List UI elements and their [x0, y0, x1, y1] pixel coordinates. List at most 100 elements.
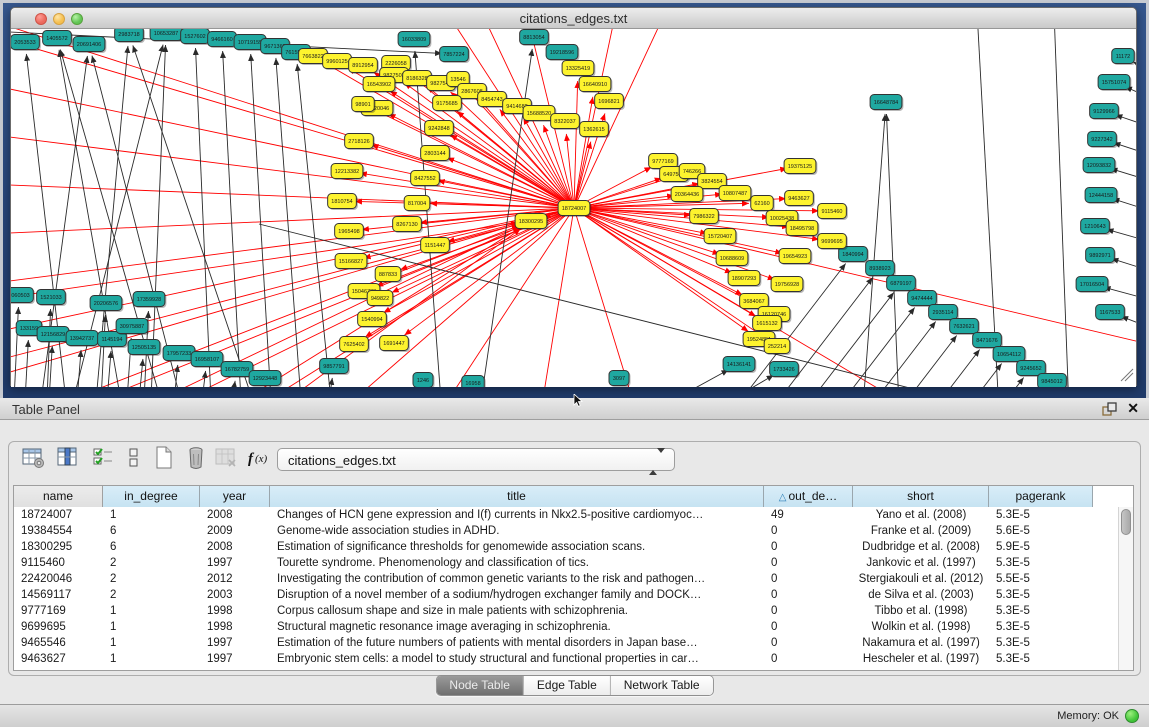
cell-in_degree[interactable]: 2	[103, 555, 200, 571]
graph-node[interactable]: 12505135	[128, 340, 161, 357]
graph-node[interactable]: 1696821	[595, 94, 625, 111]
cell-name[interactable]: 9463627	[14, 651, 103, 667]
graph-node[interactable]: 1733426	[770, 362, 800, 379]
graph-node[interactable]: 1810754	[328, 194, 358, 211]
graph-node[interactable]: 1362615	[580, 122, 610, 139]
cell-pagerank[interactable]: 5.3E-5	[989, 587, 1093, 603]
cell-name[interactable]: 9777169	[14, 603, 103, 619]
table-row[interactable]: 2242004622012Investigating the contribut…	[14, 571, 1093, 587]
graph-node[interactable]: 13325419	[562, 61, 595, 78]
cell-name[interactable]: 14569117	[14, 587, 103, 603]
graph-node[interactable]: 1540994	[358, 312, 388, 329]
graph-node[interactable]: 1151447	[421, 238, 451, 255]
graph-node[interactable]: 8267130	[393, 217, 423, 234]
graph-node[interactable]: 16958107	[191, 352, 224, 369]
graph-node[interactable]: 3097	[609, 371, 631, 388]
graph-node[interactable]: 18907293	[728, 271, 761, 288]
cell-short[interactable]: Yano et al. (2008)	[853, 507, 989, 523]
graph-node[interactable]: 949822	[367, 291, 394, 308]
network-canvas[interactable]: 2053533140557220691406298371810653287152…	[11, 29, 1136, 387]
graph-node[interactable]: 15166827	[335, 254, 368, 271]
cell-title[interactable]: Estimation of significance thresholds fo…	[270, 539, 764, 555]
cell-short[interactable]: Stergiakouli et al. (2012)	[853, 571, 989, 587]
cell-pagerank[interactable]: 5.3E-5	[989, 555, 1093, 571]
cell-name[interactable]: 22420046	[14, 571, 103, 587]
graph-node[interactable]: 9466160	[208, 32, 238, 49]
graph-node[interactable]: 20364436	[671, 187, 704, 204]
graph-node[interactable]: 15720407	[704, 229, 737, 246]
column-header-in_degree[interactable]: in_degree	[103, 486, 200, 507]
cell-short[interactable]: Nakamura et al. (1997)	[853, 635, 989, 651]
graph-node[interactable]: 16543902	[363, 77, 396, 94]
cell-year[interactable]: 2008	[200, 539, 270, 555]
cell-title[interactable]: Investigating the contribution of common…	[270, 571, 764, 587]
graph-node[interactable]: 10807487	[719, 186, 752, 203]
cell-year[interactable]: 1998	[200, 619, 270, 635]
function-builder-button[interactable]: f(x)	[246, 445, 274, 473]
cell-in_degree[interactable]: 1	[103, 635, 200, 651]
graph-node[interactable]: 16033809	[398, 32, 431, 49]
graph-node[interactable]: 9463627	[785, 191, 815, 208]
cell-title[interactable]: Genome-wide association studies in ADHD.	[270, 523, 764, 539]
graph-node[interactable]: 18724007	[558, 201, 591, 218]
graph-node[interactable]: 15751074	[1098, 75, 1131, 92]
column-header-title[interactable]: title	[270, 486, 764, 507]
cell-in_degree[interactable]: 1	[103, 603, 200, 619]
cell-short[interactable]: Tibbo et al. (1998)	[853, 603, 989, 619]
graph-node[interactable]: 18495798	[786, 221, 819, 238]
table-row[interactable]: 911546021997Tourette syndrome. Phenomeno…	[14, 555, 1093, 571]
cell-pagerank[interactable]: 5.3E-5	[989, 619, 1093, 635]
cell-out_de[interactable]: 0	[764, 651, 853, 667]
graph-node[interactable]: 9857791	[320, 359, 350, 376]
cell-year[interactable]: 1997	[200, 555, 270, 571]
graph-node[interactable]: 16958	[462, 376, 486, 388]
graph-node[interactable]: 10653287	[150, 29, 183, 42]
cell-name[interactable]: 18724007	[14, 507, 103, 523]
graph-node[interactable]: 9129966	[1090, 104, 1120, 121]
graph-node[interactable]: 1691447	[380, 336, 410, 353]
cell-name[interactable]: 19384554	[14, 523, 103, 539]
graph-node[interactable]: 13942737	[66, 331, 99, 348]
close-panel-icon[interactable]: ✕	[1127, 400, 1139, 417]
graph-node[interactable]: 9227342	[1088, 132, 1118, 149]
graph-node[interactable]: 1405572	[43, 31, 73, 48]
cell-name[interactable]: 9115460	[14, 555, 103, 571]
graph-node[interactable]: 1615132	[753, 316, 783, 333]
cell-pagerank[interactable]: 5.6E-5	[989, 523, 1093, 539]
graph-node[interactable]: 8427552	[411, 171, 441, 188]
graph-node[interactable]: 17359928	[133, 292, 166, 309]
cell-out_de[interactable]: 0	[764, 571, 853, 587]
vertical-scrollbar[interactable]	[1118, 507, 1133, 670]
cell-in_degree[interactable]: 1	[103, 507, 200, 523]
cell-out_de[interactable]: 49	[764, 507, 853, 523]
graph-node[interactable]: 8912954	[349, 58, 379, 75]
graph-node[interactable]: 98901	[352, 97, 376, 114]
graph-node[interactable]: 20691406	[73, 37, 106, 54]
graph-node[interactable]: 2718126	[345, 134, 375, 151]
cell-short[interactable]: Wolkin et al. (1998)	[853, 619, 989, 635]
graph-node[interactable]: 16648784	[870, 95, 903, 112]
table-row[interactable]: 1830029562008Estimation of significance …	[14, 539, 1093, 555]
table-row[interactable]: 946362711997Embryonic stem cells: a mode…	[14, 651, 1093, 667]
cell-title[interactable]: Disruption of a novel member of a sodium…	[270, 587, 764, 603]
graph-node[interactable]: 19218596	[546, 45, 579, 62]
graph-node[interactable]: 2983718	[115, 29, 145, 43]
table-settings-button[interactable]	[20, 445, 48, 473]
graph-node[interactable]: 14136141	[723, 357, 756, 374]
graph-node[interactable]: 7986322	[690, 209, 720, 226]
cell-title[interactable]: Changes of HCN gene expression and I(f) …	[270, 507, 764, 523]
graph-node[interactable]: 1210643	[1081, 219, 1111, 236]
cell-out_de[interactable]: 0	[764, 587, 853, 603]
cell-in_degree[interactable]: 6	[103, 539, 200, 555]
graph-node[interactable]: 11172	[1112, 49, 1136, 66]
table-row[interactable]: 1872400712008Changes of HCN gene express…	[14, 507, 1093, 523]
cell-in_degree[interactable]: 2	[103, 587, 200, 603]
graph-node[interactable]: 9699695	[818, 234, 848, 251]
graph-node[interactable]: 9242848	[425, 121, 455, 138]
cell-year[interactable]: 2009	[200, 523, 270, 539]
graph-node[interactable]: 17016504	[1076, 277, 1109, 294]
column-header-short[interactable]: short	[853, 486, 989, 507]
cell-short[interactable]: Jankovic et al. (1997)	[853, 555, 989, 571]
table-row[interactable]: 977716911998Corpus callosum shape and si…	[14, 603, 1093, 619]
graph-node[interactable]: 62160	[751, 196, 775, 213]
